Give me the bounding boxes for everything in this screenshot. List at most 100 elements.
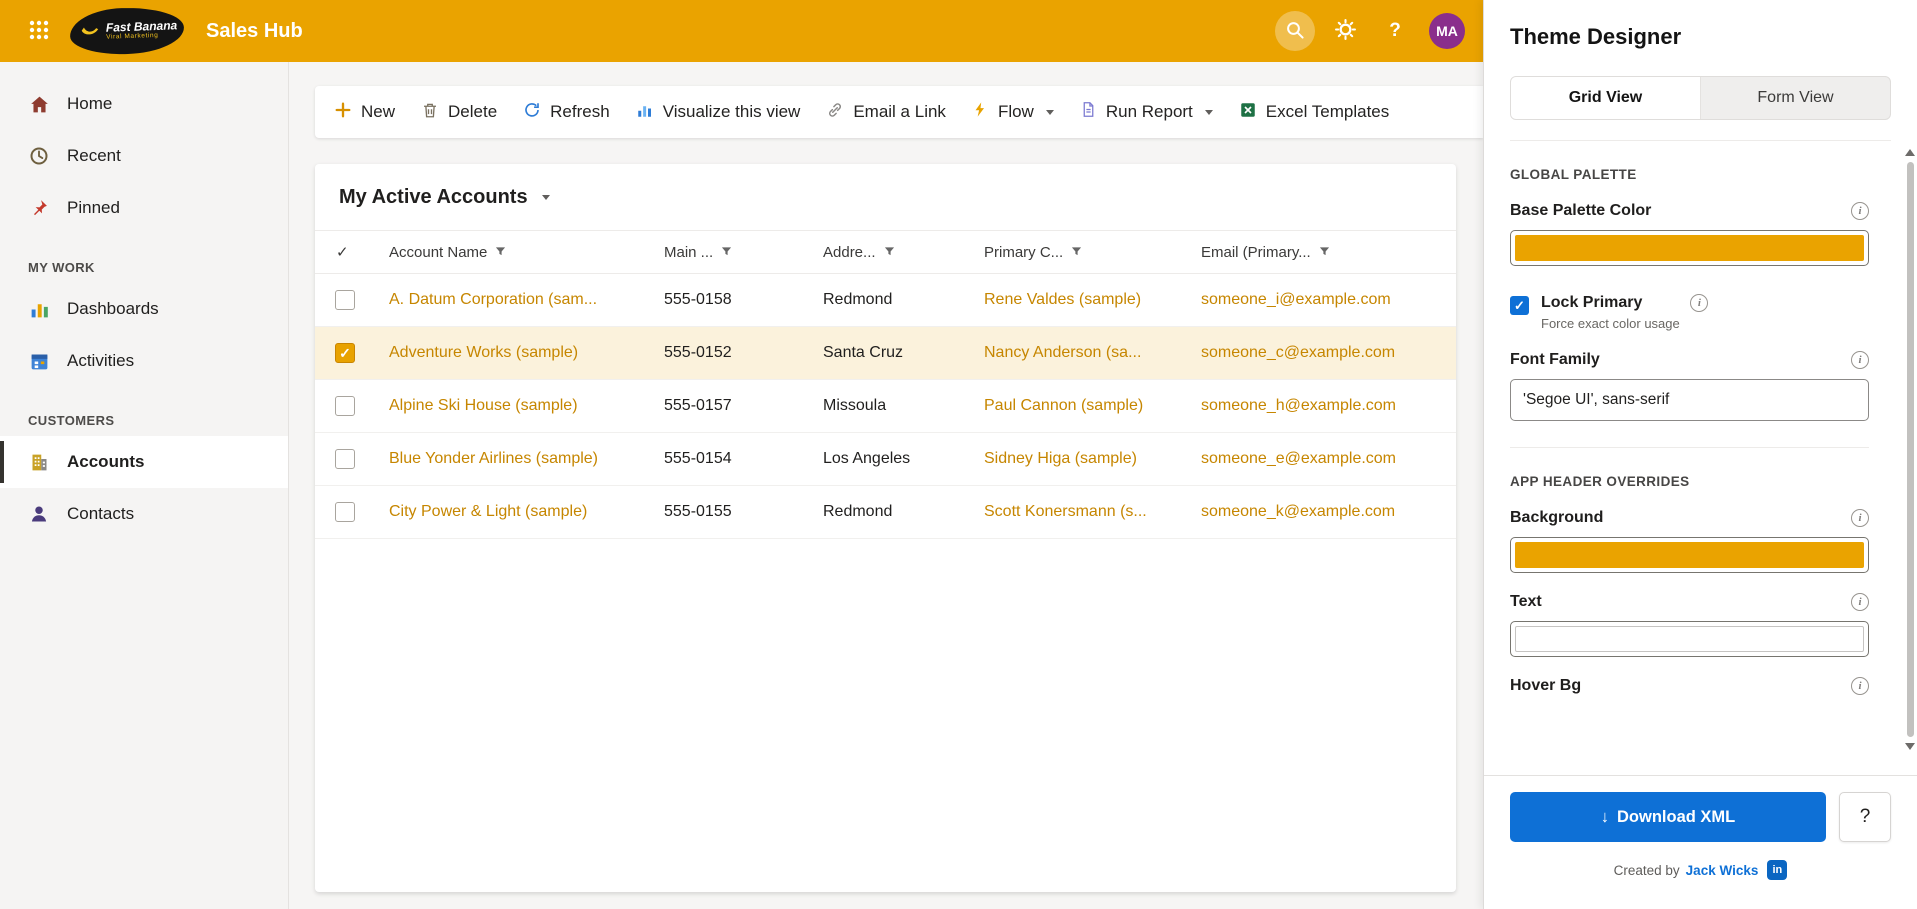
column-header-email[interactable]: Email (Primary...	[1201, 244, 1456, 261]
account-name-link[interactable]: A. Datum Corporation (sam...	[389, 291, 664, 309]
row-checkbox[interactable]	[335, 502, 355, 522]
account-name-link[interactable]: Alpine Ski House (sample)	[389, 397, 664, 415]
table-row[interactable]: Alpine Ski House (sample) 555-0157 Misso…	[315, 380, 1456, 433]
text-color-label: Text	[1510, 593, 1542, 610]
building-icon	[28, 451, 50, 473]
lock-primary-checkbox[interactable]	[1510, 296, 1529, 315]
app-left-column: Fast Banana Viral Marketing Sales Hub ? …	[0, 0, 1483, 909]
sidebar-section-my-work: MY WORK	[28, 260, 95, 275]
row-checkbox[interactable]	[335, 343, 355, 363]
settings-button[interactable]	[1325, 11, 1365, 51]
filter-icon	[495, 244, 506, 261]
sidebar-item-accounts[interactable]: Accounts	[0, 436, 288, 488]
tab-grid-view[interactable]: Grid View	[1511, 77, 1701, 119]
hover-bg-label: Hover Bg	[1510, 677, 1582, 694]
row-checkbox[interactable]	[335, 396, 355, 416]
author-link[interactable]: Jack Wicks	[1686, 863, 1759, 878]
column-header-primary-contact[interactable]: Primary C...	[984, 244, 1201, 261]
sidebar-item-pinned[interactable]: Pinned	[0, 182, 288, 234]
column-label: Addre...	[823, 243, 876, 261]
linkedin-icon[interactable]: in	[1767, 860, 1788, 880]
select-all-column[interactable]: ✓	[315, 243, 389, 261]
created-by-label: Created by	[1613, 862, 1680, 878]
info-icon[interactable]: i	[1851, 593, 1869, 611]
panel-help-button[interactable]: ?	[1839, 792, 1891, 842]
app-window: Fast Banana Viral Marketing Sales Hub ? …	[0, 0, 1917, 909]
font-family-label: Font Family	[1510, 351, 1600, 368]
excel-icon	[1239, 101, 1257, 124]
column-header-main-phone[interactable]: Main ...	[664, 244, 823, 261]
account-name-link[interactable]: Blue Yonder Airlines (sample)	[389, 450, 664, 468]
swatch-fill	[1515, 542, 1864, 568]
scrollbar-thumb[interactable]	[1906, 162, 1914, 737]
primary-contact-link[interactable]: Paul Cannon (sample)	[984, 397, 1201, 415]
info-icon[interactable]: i	[1851, 202, 1869, 220]
info-icon[interactable]: i	[1851, 509, 1869, 527]
download-icon: ↓	[1600, 807, 1609, 826]
main-phone-cell: 555-0154	[664, 450, 732, 467]
tab-form-view[interactable]: Form View	[1701, 77, 1890, 119]
font-family-input[interactable]	[1510, 379, 1869, 421]
header-checkmark: ✓	[336, 244, 349, 261]
run-report-button[interactable]: Run Report	[1067, 92, 1226, 132]
scrollbar[interactable]	[1904, 147, 1916, 752]
primary-contact-link[interactable]: Scott Konersmann (s...	[984, 503, 1201, 521]
workspace: Home Recent Pinned MY WORK Dashboards Ac…	[0, 62, 1483, 909]
primary-contact-link[interactable]: Nancy Anderson (sa...	[984, 344, 1201, 362]
primary-contact-link[interactable]: Rene Valdes (sample)	[984, 291, 1201, 309]
email-link[interactable]: someone_h@example.com	[1201, 397, 1456, 415]
sidebar-item-label: Accounts	[67, 452, 145, 471]
sidebar-item-activities[interactable]: Activities	[0, 335, 288, 387]
base-palette-field-row: Base Palette Color i	[1510, 202, 1869, 220]
app-title[interactable]: Sales Hub	[206, 20, 303, 43]
info-icon[interactable]: i	[1851, 351, 1869, 369]
help-button[interactable]: ?	[1375, 11, 1415, 51]
info-icon[interactable]: i	[1690, 294, 1709, 312]
visualize-view-button[interactable]: Visualize this view	[623, 92, 814, 132]
email-link-button[interactable]: Email a Link	[813, 92, 959, 132]
hover-bg-field-row: Hover Bg i	[1510, 677, 1869, 695]
info-icon[interactable]: i	[1851, 677, 1869, 695]
main-phone-cell: 555-0152	[664, 344, 732, 361]
new-button[interactable]: New	[321, 92, 408, 132]
column-header-address-city[interactable]: Addre...	[823, 244, 984, 261]
email-link[interactable]: someone_k@example.com	[1201, 503, 1456, 521]
global-palette-section-label: GLOBAL PALETTE	[1510, 167, 1637, 182]
dashboard-icon	[28, 298, 50, 320]
view-selector[interactable]: My Active Accounts	[339, 186, 550, 209]
sidebar-item-contacts[interactable]: Contacts	[0, 488, 288, 540]
sidebar-item-dashboards[interactable]: Dashboards	[0, 283, 288, 335]
scroll-up-icon[interactable]	[1905, 149, 1915, 156]
base-palette-color-swatch[interactable]	[1510, 230, 1869, 266]
account-name-link[interactable]: Adventure Works (sample)	[389, 344, 664, 362]
table-row[interactable]: A. Datum Corporation (sam... 555-0158 Re…	[315, 274, 1456, 327]
sidebar: Home Recent Pinned MY WORK Dashboards Ac…	[0, 62, 289, 909]
table-row[interactable]: Blue Yonder Airlines (sample) 555-0154 L…	[315, 433, 1456, 486]
table-row[interactable]: Adventure Works (sample) 555-0152 Santa …	[315, 327, 1456, 380]
table-row[interactable]: City Power & Light (sample) 555-0155 Red…	[315, 486, 1456, 539]
delete-button[interactable]: Delete	[408, 92, 510, 132]
scroll-down-icon[interactable]	[1905, 743, 1915, 750]
search-button[interactable]	[1275, 11, 1315, 51]
user-avatar[interactable]: MA	[1429, 13, 1465, 49]
sidebar-item-home[interactable]: Home	[0, 78, 288, 130]
sidebar-item-recent[interactable]: Recent	[0, 130, 288, 182]
background-color-swatch[interactable]	[1510, 537, 1869, 573]
report-icon	[1080, 101, 1097, 123]
email-link[interactable]: someone_e@example.com	[1201, 450, 1456, 468]
row-checkbox[interactable]	[335, 449, 355, 469]
app-launcher-button[interactable]	[18, 10, 60, 52]
download-xml-button[interactable]: ↓ Download XML	[1510, 792, 1826, 842]
column-header-account-name[interactable]: Account Name	[389, 244, 664, 261]
excel-templates-button[interactable]: Excel Templates	[1226, 92, 1402, 132]
command-bar: New Delete Refresh Visualize this view E…	[315, 86, 1483, 138]
email-link[interactable]: someone_i@example.com	[1201, 291, 1456, 309]
row-checkbox[interactable]	[335, 290, 355, 310]
text-color-swatch[interactable]	[1510, 621, 1869, 657]
flow-button[interactable]: Flow	[959, 92, 1067, 132]
email-link[interactable]: someone_c@example.com	[1201, 344, 1456, 362]
logo-tagline: Viral Marketing	[106, 31, 159, 41]
primary-contact-link[interactable]: Sidney Higa (sample)	[984, 450, 1201, 468]
account-name-link[interactable]: City Power & Light (sample)	[389, 503, 664, 521]
refresh-button[interactable]: Refresh	[510, 92, 623, 132]
